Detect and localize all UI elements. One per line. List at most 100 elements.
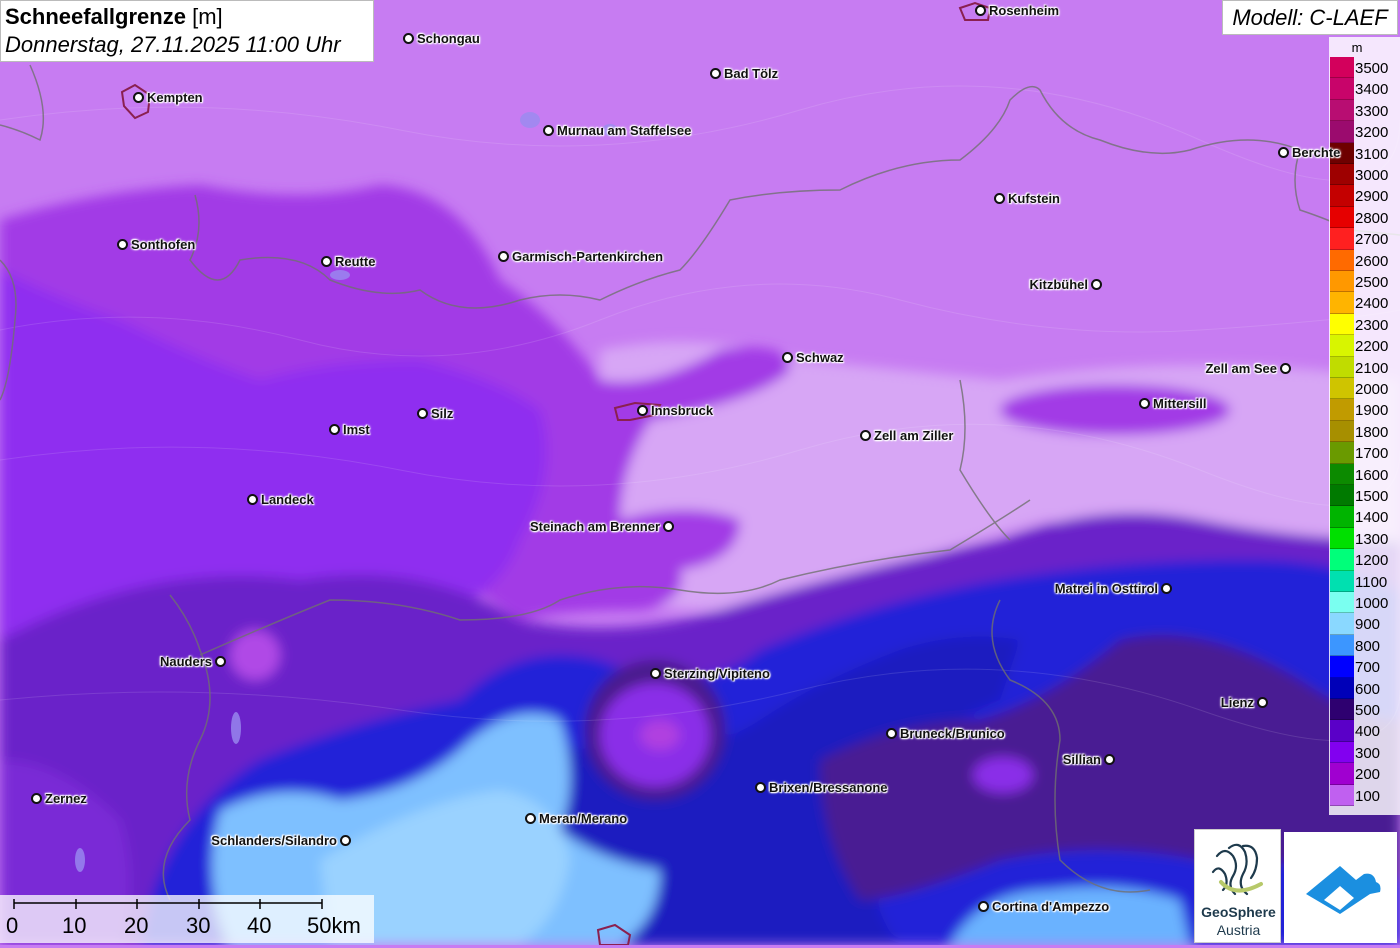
scale-bar: 0 10 20 30 40 50km xyxy=(0,895,374,943)
legend-entry: 2600 xyxy=(1329,249,1400,271)
legend-swatch xyxy=(1330,763,1354,785)
legend-label: 2900 xyxy=(1355,188,1389,206)
city-marker[interactable]: Zernez xyxy=(31,791,87,806)
city-dot-icon xyxy=(650,668,661,679)
city-name: Lienz xyxy=(1220,695,1254,710)
city-marker[interactable]: Lienz xyxy=(1221,695,1268,710)
legend-label: 3100 xyxy=(1355,145,1389,163)
legend-label: 2500 xyxy=(1355,274,1389,291)
legend-entry: 2000 xyxy=(1329,378,1400,400)
city-dot-icon xyxy=(1257,697,1268,708)
legend-swatch xyxy=(1330,292,1354,314)
legend-label: 400 xyxy=(1355,723,1381,741)
city-name: Imst xyxy=(343,422,370,437)
city-marker[interactable]: Bad Tölz xyxy=(710,66,778,81)
city-marker[interactable]: Mittersill xyxy=(1139,396,1206,411)
city-name: Reutte xyxy=(335,254,376,269)
city-marker[interactable]: Matrei in Osttirol xyxy=(1055,581,1172,596)
city-marker[interactable]: Sterzing/Vipiteno xyxy=(650,666,770,681)
legend-label: 1500 xyxy=(1355,488,1389,505)
city-marker[interactable]: Garmisch-Partenkirchen xyxy=(498,249,663,264)
legend-swatch xyxy=(1330,356,1354,378)
legend-label: 800 xyxy=(1355,637,1381,655)
legend-label: 2100 xyxy=(1355,359,1389,377)
city-dot-icon xyxy=(975,5,986,16)
legend-label: 3000 xyxy=(1355,167,1389,184)
legend-label: 1100 xyxy=(1355,573,1388,591)
city-marker[interactable]: Reutte xyxy=(321,254,375,269)
city-name: Kitzbühel xyxy=(1029,277,1089,292)
legend-swatch xyxy=(1330,378,1354,400)
city-name: Kufstein xyxy=(1008,191,1060,206)
geosphere-sub: Austria xyxy=(1216,922,1261,938)
city-marker[interactable]: Schwaz xyxy=(782,350,844,365)
city-dot-icon xyxy=(1278,147,1289,158)
legend-entry: 3000 xyxy=(1329,164,1400,186)
city-dot-icon xyxy=(133,92,144,103)
city-marker[interactable]: Berchte xyxy=(1278,145,1340,160)
legend-swatch xyxy=(1330,420,1354,443)
legend-label: 100 xyxy=(1355,787,1381,805)
city-dot-icon xyxy=(321,256,332,267)
scale-tick: 30 xyxy=(186,913,211,938)
legend-entry: 1100 xyxy=(1329,570,1400,592)
city-dot-icon xyxy=(1161,583,1172,594)
city-marker[interactable]: Murnau am Staffelsee xyxy=(543,123,691,138)
city-marker[interactable]: Zell am See xyxy=(1205,361,1291,376)
city-marker[interactable]: Imst xyxy=(329,422,370,437)
legend-label: 2300 xyxy=(1355,316,1389,334)
scale-tick: 0 xyxy=(6,913,19,938)
city-marker[interactable]: Schongau xyxy=(403,31,480,46)
city-marker[interactable]: Silz xyxy=(417,406,453,421)
city-marker[interactable]: Meran/Merano xyxy=(525,811,627,826)
legend-entry: 700 xyxy=(1329,656,1400,678)
city-name: Berchte xyxy=(1292,145,1341,160)
city-name: Schongau xyxy=(417,31,480,46)
legend-entry: 100 xyxy=(1329,784,1400,806)
city-marker[interactable]: Innsbruck xyxy=(637,403,713,418)
legend-swatch xyxy=(1330,78,1354,100)
city-dot-icon xyxy=(1139,398,1150,409)
legend-label: 2800 xyxy=(1355,209,1389,227)
snowline-map xyxy=(0,0,1400,945)
partner-logo[interactable] xyxy=(1284,832,1397,943)
chevron-cloud-icon xyxy=(1306,866,1381,914)
city-marker[interactable]: Steinach am Brenner xyxy=(530,519,674,534)
geosphere-logo[interactable]: GeoSphere Austria xyxy=(1194,829,1281,943)
city-name: Schlanders/Silandro xyxy=(211,833,337,848)
city-marker[interactable]: Schlanders/Silandro xyxy=(211,833,351,848)
legend-entry: 500 xyxy=(1329,699,1400,721)
legend-entry: 2400 xyxy=(1329,292,1400,314)
city-dot-icon xyxy=(994,193,1005,204)
city-marker[interactable]: Sonthofen xyxy=(117,237,195,252)
city-dot-icon xyxy=(1104,754,1115,765)
city-marker[interactable]: Nauders xyxy=(160,654,226,669)
legend-swatch xyxy=(1330,592,1354,614)
city-marker[interactable]: Landeck xyxy=(247,492,314,507)
legend-swatch xyxy=(1330,613,1354,635)
city-marker[interactable]: Zell am Ziller xyxy=(860,428,953,443)
legend-entry: 800 xyxy=(1329,634,1400,657)
city-marker[interactable]: Kitzbühel xyxy=(1029,277,1102,292)
city-marker[interactable]: Sillian xyxy=(1063,752,1115,767)
city-name: Rosenheim xyxy=(989,3,1060,18)
scale-tick: 20 xyxy=(124,913,149,938)
legend-label: 1000 xyxy=(1355,595,1389,612)
legend-label: 1600 xyxy=(1355,466,1389,484)
city-dot-icon xyxy=(215,656,226,667)
city-marker[interactable]: Cortina d'Ampezzo xyxy=(978,899,1109,914)
city-marker[interactable]: Rosenheim xyxy=(975,3,1059,18)
legend-entry: 300 xyxy=(1329,741,1400,764)
legend-entry: 2800 xyxy=(1329,206,1400,229)
city-dot-icon xyxy=(710,68,721,79)
city-name: Brixen/Bressanone xyxy=(769,780,888,795)
legend-entry: 1600 xyxy=(1329,463,1400,485)
city-name: Zell am See xyxy=(1205,361,1277,376)
city-marker[interactable]: Bruneck/Brunico xyxy=(886,726,1005,741)
legend-entry: 3500 xyxy=(1329,57,1400,79)
city-marker[interactable]: Brixen/Bressanone xyxy=(755,780,888,795)
legend-label: 3300 xyxy=(1355,102,1389,120)
city-marker[interactable]: Kempten xyxy=(133,90,203,105)
model-label: Modell: C-LAEF xyxy=(1222,0,1398,35)
city-marker[interactable]: Kufstein xyxy=(994,191,1060,206)
